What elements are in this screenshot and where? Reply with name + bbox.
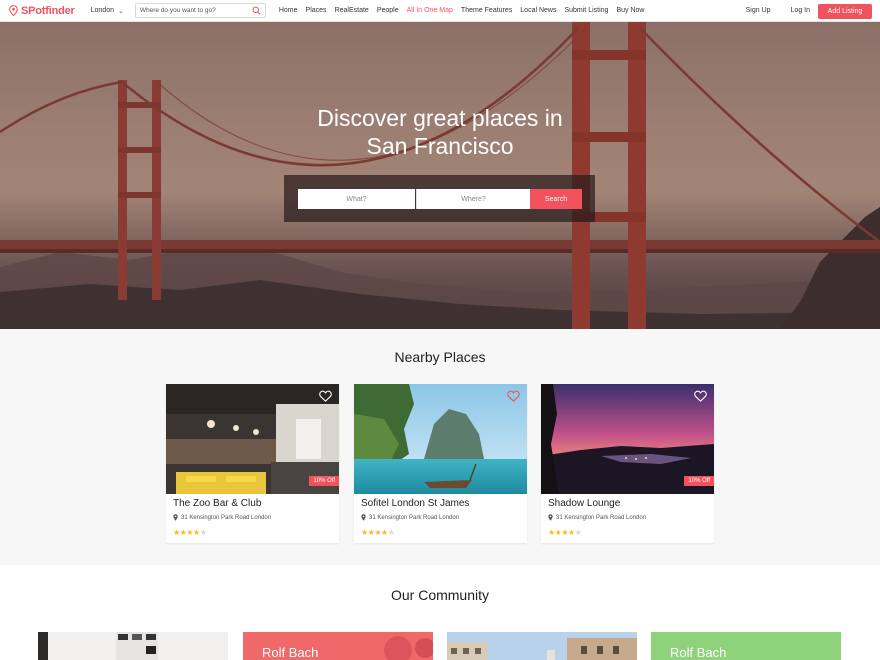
star-icon: ★ [387, 528, 395, 537]
what-input[interactable] [298, 189, 415, 209]
community-section: Our Community Rolf Bach Rolf Bach [0, 565, 880, 660]
member-name: Rolf Bach [262, 645, 319, 660]
auth-links: Sign Up Log In [726, 7, 810, 14]
top-header: SPotfinder London ⌄ Home Places RealEsta… [0, 0, 880, 22]
map-marker-icon [361, 514, 366, 521]
rating-stars: ★★★★★ [173, 528, 207, 537]
place-address-text: 31 Kensington Park Road London [369, 514, 460, 521]
chevron-down-icon: ⌄ [117, 7, 124, 15]
hero-search-button[interactable]: Search [530, 189, 582, 209]
add-listing-button[interactable]: Add Listing [818, 4, 872, 19]
star-icon: ★ [381, 528, 388, 537]
star-icon: ★ [568, 528, 575, 537]
place-name[interactable]: Shadow Lounge [548, 498, 620, 509]
nav-places[interactable]: Places [306, 7, 327, 14]
search-input[interactable] [139, 7, 250, 14]
hero-title-line1: Discover great places in [317, 105, 563, 131]
nav-buy-now[interactable]: Buy Now [616, 7, 644, 14]
nav-home[interactable]: Home [279, 7, 298, 14]
nav-all-in-one-map[interactable]: All In One Map [407, 7, 453, 14]
hero-search-box: Search [284, 175, 595, 222]
community-member-card[interactable]: Rolf Bach [243, 632, 433, 660]
nearby-title: Nearby Places [394, 349, 486, 365]
place-image[interactable] [354, 384, 527, 494]
heart-icon[interactable] [507, 390, 520, 402]
place-address-text: 31 Kensington Park Road London [181, 514, 272, 521]
star-icon: ★ [173, 528, 180, 537]
place-image[interactable]: 10% Off [541, 384, 714, 494]
place-address-text: 31 Kensington Park Road London [556, 514, 647, 521]
member-name: Rolf Bach [670, 645, 727, 660]
nearby-places-section: Nearby Places 10% Off The Zoo Bar & Club [0, 329, 880, 565]
star-icon: ★ [193, 528, 200, 537]
map-marker-icon [548, 514, 553, 521]
main-nav: Home Places RealEstate People All In One… [279, 7, 653, 14]
where-input[interactable] [416, 189, 530, 209]
hero-title-line2: San Francisco [366, 133, 514, 159]
map-pin-icon [9, 5, 18, 16]
star-icon: ★ [561, 528, 569, 537]
community-member-card[interactable] [447, 632, 637, 660]
place-name[interactable]: Sofitel London St James [361, 498, 469, 509]
place-address: 31 Kensington Park Road London [548, 514, 646, 521]
search-icon[interactable] [252, 6, 261, 15]
place-name[interactable]: The Zoo Bar & Club [173, 498, 261, 509]
nav-realestate[interactable]: RealEstate [335, 7, 369, 14]
map-marker-icon [173, 514, 178, 521]
discount-badge: 10% Off [309, 476, 339, 486]
island-photo [354, 384, 527, 494]
place-address: 31 Kensington Park Road London [173, 514, 271, 521]
sign-up-link[interactable]: Sign Up [746, 7, 771, 14]
city-label: London [90, 7, 114, 14]
logo[interactable]: SPotfinder [9, 5, 75, 17]
discount-badge: 10% Off [684, 476, 714, 486]
star-icon: ★ [361, 528, 368, 537]
community-member-card[interactable]: Rolf Bach [651, 632, 841, 660]
place-card[interactable]: 10% Off The Zoo Bar & Club 31 Kensington… [166, 384, 339, 543]
rating-stars: ★★★★★ [361, 528, 395, 537]
heart-icon[interactable] [319, 390, 332, 402]
star-icon: ★ [374, 528, 382, 537]
nav-people[interactable]: People [377, 7, 399, 14]
community-member-card[interactable] [38, 632, 228, 660]
star-icon: ★ [199, 528, 207, 537]
city-selector[interactable]: London ⌄ [91, 7, 124, 15]
heart-icon[interactable] [694, 390, 707, 402]
member-photo [447, 632, 637, 660]
hero-banner: Discover great places in San Francisco S… [0, 22, 880, 329]
member-photo [38, 632, 228, 660]
place-card[interactable]: Sofitel London St James 31 Kensington Pa… [354, 384, 527, 543]
place-image[interactable]: 10% Off [166, 384, 339, 494]
star-icon: ★ [574, 528, 582, 537]
place-card[interactable]: 10% Off Shadow Lounge 31 Kensington Park… [541, 384, 714, 543]
nav-submit-listing[interactable]: Submit Listing [564, 7, 608, 14]
log-in-link[interactable]: Log In [791, 7, 810, 14]
rating-stars: ★★★★★ [548, 528, 582, 537]
star-icon: ★ [186, 528, 194, 537]
star-icon: ★ [548, 528, 555, 537]
logo-text: SPotfinder [21, 4, 75, 17]
community-title: Our Community [390, 587, 490, 603]
place-address: 31 Kensington Park Road London [361, 514, 459, 521]
header-search [134, 3, 266, 18]
nav-local-news[interactable]: Local News [520, 7, 556, 14]
nav-theme-features[interactable]: Theme Features [461, 7, 512, 14]
hero-title: Discover great places in San Francisco [0, 104, 880, 160]
